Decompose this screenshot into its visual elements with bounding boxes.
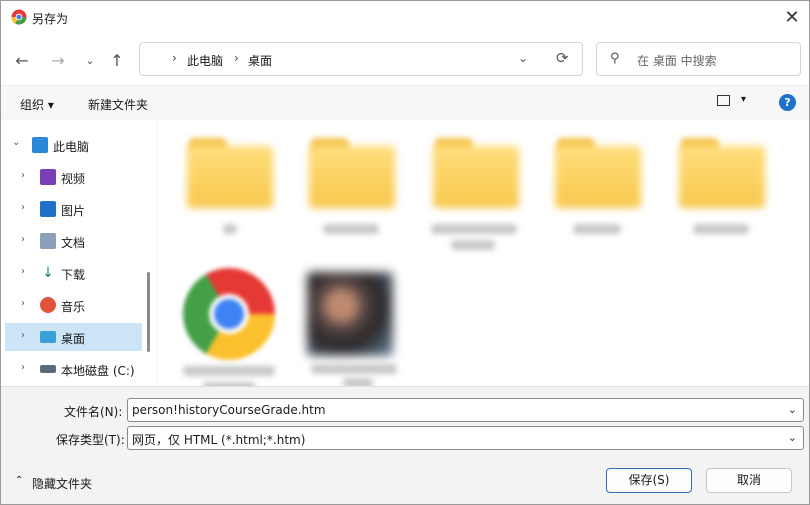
close-button[interactable]: ✕ — [779, 5, 805, 29]
navigation-pane: ⌄ 此电脑 › 视频 › 图片 › 文档 › ↓ 下载 › 音乐 › 桌面 › … — [1, 120, 156, 386]
chevron-up-icon[interactable]: ⌃ — [15, 475, 23, 486]
sidebar-item-music[interactable]: › 音乐 — [5, 291, 142, 319]
filetype-value: 网页，仅 HTML (*.html;*.htm) — [132, 433, 306, 447]
filename-label: 文件名(N): — [64, 405, 123, 419]
address-bar[interactable]: › 此电脑 › 桌面 ⌄ ⟳ — [139, 42, 583, 76]
chevron-down-icon: ⌄ — [85, 53, 95, 67]
document-icon — [40, 233, 56, 249]
chevron-right-icon[interactable]: › — [21, 298, 25, 309]
chevron-down-icon[interactable]: ⌄ — [788, 431, 797, 444]
address-dropdown-icon[interactable]: ⌄ — [518, 51, 528, 65]
sidebar-item-pictures[interactable]: › 图片 — [5, 195, 142, 223]
arrow-left-icon: ← — [15, 50, 29, 70]
chevron-right-icon[interactable]: › — [21, 362, 25, 373]
sidebar-item-local-disk[interactable]: › 本地磁盘 (C:) — [5, 355, 142, 383]
save-as-dialog: 另存为 ✕ ← → ⌄ ↑ › 此电脑 › 桌面 ⌄ ⟳ ⚲ 在 桌面 中搜索 … — [0, 0, 810, 505]
breadcrumb-desktop[interactable]: 桌面 — [248, 52, 272, 69]
chevron-down-icon[interactable]: ⌄ — [12, 137, 20, 148]
desktop-icon — [40, 331, 56, 343]
help-icon[interactable]: ? — [779, 94, 796, 111]
folder-item[interactable] — [425, 120, 525, 250]
chevron-right-icon[interactable]: › — [21, 234, 25, 245]
cancel-button[interactable]: 取消 — [706, 468, 792, 493]
drive-icon — [40, 365, 56, 373]
breadcrumb-this-pc[interactable]: 此电脑 — [187, 52, 223, 69]
folder-item[interactable] — [671, 120, 771, 240]
folder-icon — [679, 136, 765, 208]
folder-icon — [309, 136, 395, 208]
music-icon — [40, 297, 56, 313]
back-button[interactable]: ← — [11, 49, 33, 71]
window-title: 另存为 — [32, 12, 69, 26]
filetype-label: 保存类型(T): — [56, 433, 125, 447]
save-button[interactable]: 保存(S) — [606, 468, 692, 493]
chrome-icon — [11, 9, 27, 25]
file-list — [157, 120, 809, 386]
sidebar-scrollbar[interactable] — [147, 272, 150, 352]
view-mode-icon[interactable] — [717, 95, 730, 106]
arrow-up-icon: ↑ — [110, 50, 124, 70]
toolbar: 组织 ▾ 新建文件夹 ▾ ? — [1, 85, 809, 119]
chevron-right-icon: › — [172, 51, 177, 65]
refresh-icon[interactable]: ⟳ — [556, 49, 569, 67]
folder-icon — [555, 136, 641, 208]
filetype-select[interactable]: 网页，仅 HTML (*.html;*.htm) ⌄ — [127, 426, 804, 450]
folder-icon — [433, 136, 519, 208]
new-folder-button[interactable]: 新建文件夹 — [88, 96, 148, 113]
search-placeholder: 在 桌面 中搜索 — [637, 54, 717, 68]
navigation-bar: ← → ⌄ ↑ › 此电脑 › 桌面 ⌄ ⟳ ⚲ 在 桌面 中搜索 — [1, 33, 809, 85]
filename-field[interactable]: person!historyCourseGrade.htm ⌄ — [127, 398, 804, 422]
folder-item[interactable] — [179, 120, 279, 240]
forward-button[interactable]: → — [47, 49, 69, 71]
close-icon: ✕ — [784, 6, 800, 28]
recent-locations-button[interactable]: ⌄ — [79, 49, 101, 71]
sidebar-item-downloads[interactable]: › ↓ 下载 — [5, 259, 142, 287]
search-box[interactable]: ⚲ 在 桌面 中搜索 — [596, 42, 801, 76]
chevron-right-icon[interactable]: › — [21, 330, 25, 341]
view-dropdown-icon[interactable]: ▾ — [741, 94, 746, 105]
download-icon: ↓ — [42, 265, 54, 281]
search-icon: ⚲ — [610, 51, 620, 66]
chevron-right-icon[interactable]: › — [21, 202, 25, 213]
title-bar: 另存为 ✕ — [1, 1, 809, 33]
up-button[interactable]: ↑ — [106, 49, 128, 71]
image-file-thumbnail[interactable] — [307, 272, 393, 356]
chevron-right-icon: › — [234, 51, 239, 65]
chevron-right-icon[interactable]: › — [21, 266, 25, 277]
chevron-right-icon[interactable]: › — [21, 170, 25, 181]
folder-icon — [187, 136, 273, 208]
chrome-file-icon[interactable] — [183, 268, 275, 360]
sidebar-item-this-pc[interactable]: ⌄ 此电脑 — [5, 131, 142, 159]
folder-item[interactable] — [547, 120, 647, 240]
computer-icon — [32, 137, 48, 153]
video-icon — [40, 169, 56, 185]
arrow-right-icon: → — [51, 50, 65, 70]
filename-value: person!historyCourseGrade.htm — [132, 403, 326, 417]
picture-icon — [40, 201, 56, 217]
save-options-panel: 文件名(N): person!historyCourseGrade.htm ⌄ … — [1, 386, 809, 504]
sidebar-item-documents[interactable]: › 文档 — [5, 227, 142, 255]
hide-folders-toggle[interactable]: 隐藏文件夹 — [32, 475, 92, 492]
sidebar-item-desktop[interactable]: › 桌面 — [5, 323, 142, 351]
sidebar-item-videos[interactable]: › 视频 — [5, 163, 142, 191]
organize-button[interactable]: 组织 ▾ — [20, 96, 54, 113]
chevron-down-icon[interactable]: ⌄ — [788, 403, 797, 416]
folder-item[interactable] — [301, 120, 401, 240]
